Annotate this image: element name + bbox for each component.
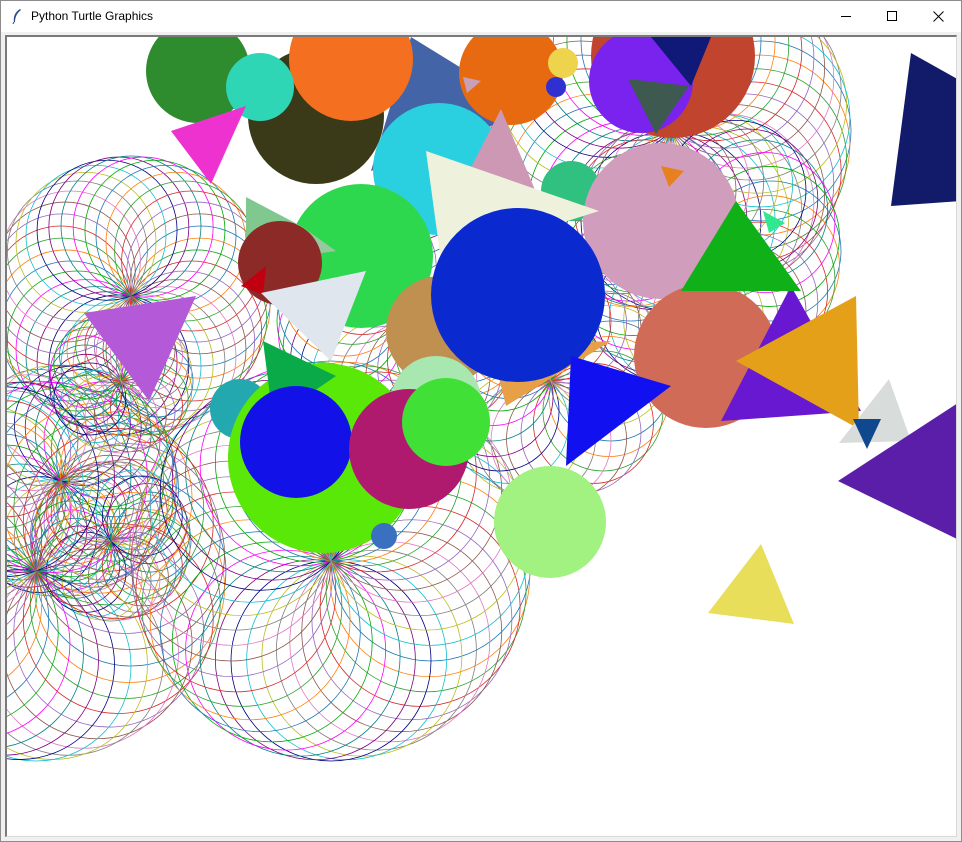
shape-circle xyxy=(548,48,578,78)
window-title: Python Turtle Graphics xyxy=(31,9,154,23)
shape-circle xyxy=(371,523,397,549)
shape-circle xyxy=(240,386,352,498)
close-button[interactable] xyxy=(915,1,961,32)
shape-triangle xyxy=(708,544,794,624)
shape-circle xyxy=(402,378,490,466)
shape-circle xyxy=(494,466,606,578)
shape-triangle xyxy=(891,53,956,206)
shape-circle xyxy=(546,77,566,97)
turtle-canvas[interactable] xyxy=(5,35,957,837)
turtle-window: Python Turtle Graphics xyxy=(0,0,962,842)
title-bar[interactable]: Python Turtle Graphics xyxy=(1,1,961,32)
minimize-icon xyxy=(840,16,851,17)
feather-icon xyxy=(11,8,23,25)
minimize-button[interactable] xyxy=(823,1,869,32)
shape-circle xyxy=(431,208,605,382)
shape-triangle xyxy=(763,211,785,233)
maximize-icon xyxy=(886,11,897,21)
maximize-button[interactable] xyxy=(869,1,915,32)
drawing-surface xyxy=(7,37,956,762)
filled-shapes-layer xyxy=(84,37,956,624)
close-icon xyxy=(932,11,944,22)
